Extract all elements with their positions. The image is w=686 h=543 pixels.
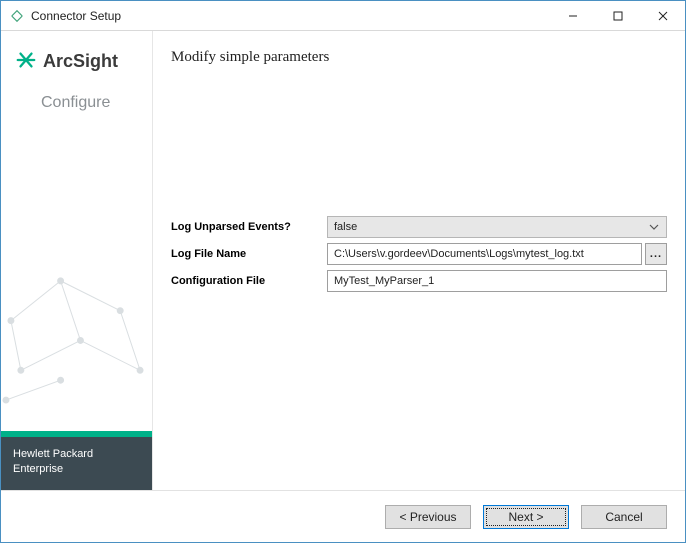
window-root: Connector Setup: [0, 0, 686, 543]
log-file-name-label: Log File Name: [171, 248, 321, 260]
config-file-input[interactable]: MyTest_MyParser_1: [327, 270, 667, 292]
main-panel: Modify simple parameters Log Unparsed Ev…: [153, 31, 685, 490]
footer-line1: Hewlett Packard: [13, 447, 140, 461]
chevron-down-icon: [646, 224, 662, 230]
next-button[interactable]: Next >: [483, 505, 569, 529]
page-heading: Modify simple parameters: [171, 49, 667, 66]
sidebar-footer: Hewlett Packard Enterprise: [1, 437, 152, 490]
wizard-buttons: < Previous Next > Cancel: [1, 490, 685, 542]
log-unparsed-select[interactable]: false: [327, 216, 667, 238]
brand-name: ArcSight: [43, 51, 118, 72]
config-file-label: Configuration File: [171, 275, 321, 287]
window-title: Connector Setup: [31, 9, 121, 23]
titlebar: Connector Setup: [1, 1, 685, 31]
cancel-button[interactable]: Cancel: [581, 505, 667, 529]
log-file-name-row: C:\Users\v.gordeev\Documents\Logs\mytest…: [327, 243, 667, 265]
sidebar-decoration: [1, 112, 152, 431]
log-unparsed-label: Log Unparsed Events?: [171, 221, 321, 233]
maximize-button[interactable]: [595, 1, 640, 30]
close-button[interactable]: [640, 1, 685, 30]
arcsight-logo-icon: [15, 49, 37, 74]
minimize-button[interactable]: [550, 1, 595, 30]
parameters-form: Log Unparsed Events? false Log File Name…: [171, 216, 667, 292]
log-file-name-input[interactable]: C:\Users\v.gordeev\Documents\Logs\mytest…: [327, 243, 642, 265]
app-icon: [9, 8, 25, 24]
previous-button[interactable]: < Previous: [385, 505, 471, 529]
brand-subtitle: Configure: [15, 94, 152, 112]
browse-button[interactable]: ...: [645, 243, 667, 265]
log-unparsed-value: false: [334, 221, 646, 233]
body: ArcSight Configure: [1, 31, 685, 490]
brand: ArcSight Configure: [1, 31, 152, 112]
footer-line2: Enterprise: [13, 462, 140, 476]
sidebar: ArcSight Configure: [1, 31, 153, 490]
